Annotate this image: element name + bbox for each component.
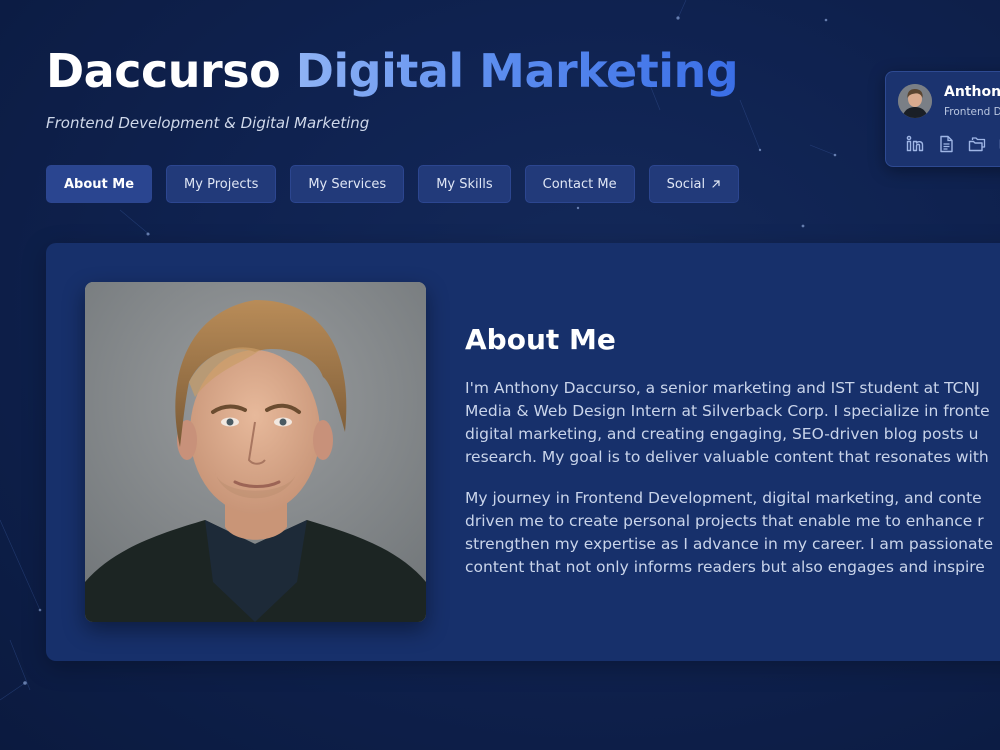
site-tagline: Frontend Development & Digital Marketing [46, 114, 370, 132]
about-p2-line: driven me to create personal projects th… [465, 512, 984, 530]
nav-social-label: Social [666, 176, 706, 192]
nav-about-me-button[interactable]: About Me [46, 165, 153, 203]
profile-name: Anthon [944, 84, 1000, 100]
profile-role: Frontend D [944, 106, 1000, 118]
nav-contact-me-label: Contact Me [542, 176, 617, 192]
site-title: Daccurso Digital Marketing [46, 42, 739, 100]
nav-my-projects-label: My Projects [184, 176, 259, 192]
site-title-part1: Daccurso [46, 44, 281, 98]
site-title-part2: Digital Marketing [295, 44, 739, 98]
main-nav: About Me My Projects My Services My Skil… [46, 165, 740, 203]
profile-card[interactable]: Anthon Frontend D [885, 71, 1000, 167]
nav-my-projects-button[interactable]: My Projects [166, 165, 277, 203]
document-icon[interactable] [936, 134, 955, 153]
nav-my-services-label: My Services [308, 176, 387, 192]
nav-contact-me-button[interactable]: Contact Me [524, 165, 635, 203]
linkedin-icon[interactable] [905, 134, 924, 153]
about-p1-line: Media & Web Design Intern at Silverback … [465, 402, 990, 420]
about-paragraph-2: My journey in Frontend Development, digi… [465, 487, 993, 579]
about-p1-line: digital marketing, and creating engaging… [465, 425, 979, 443]
folders-icon[interactable] [967, 134, 986, 153]
about-heading: About Me [465, 323, 616, 356]
nav-my-skills-button[interactable]: My Skills [418, 165, 511, 203]
about-p1-line: research. My goal is to deliver valuable… [465, 448, 989, 466]
about-p2-line: content that not only informs readers bu… [465, 558, 985, 576]
nav-my-skills-label: My Skills [436, 176, 493, 192]
about-p2-line: strengthen my expertise as I advance in … [465, 535, 994, 553]
profile-portrait [85, 282, 426, 622]
about-paragraph-1: I'm Anthony Daccurso, a senior marketing… [465, 377, 990, 469]
avatar [898, 84, 932, 118]
profile-links [905, 134, 1000, 153]
nav-my-services-button[interactable]: My Services [290, 165, 405, 203]
nav-social-button[interactable]: Social [648, 165, 740, 203]
about-p1-line: I'm Anthony Daccurso, a senior marketing… [465, 379, 980, 397]
nav-about-me-label: About Me [64, 176, 135, 192]
external-arrow-icon [711, 179, 721, 189]
about-p2-line: My journey in Frontend Development, digi… [465, 489, 982, 507]
